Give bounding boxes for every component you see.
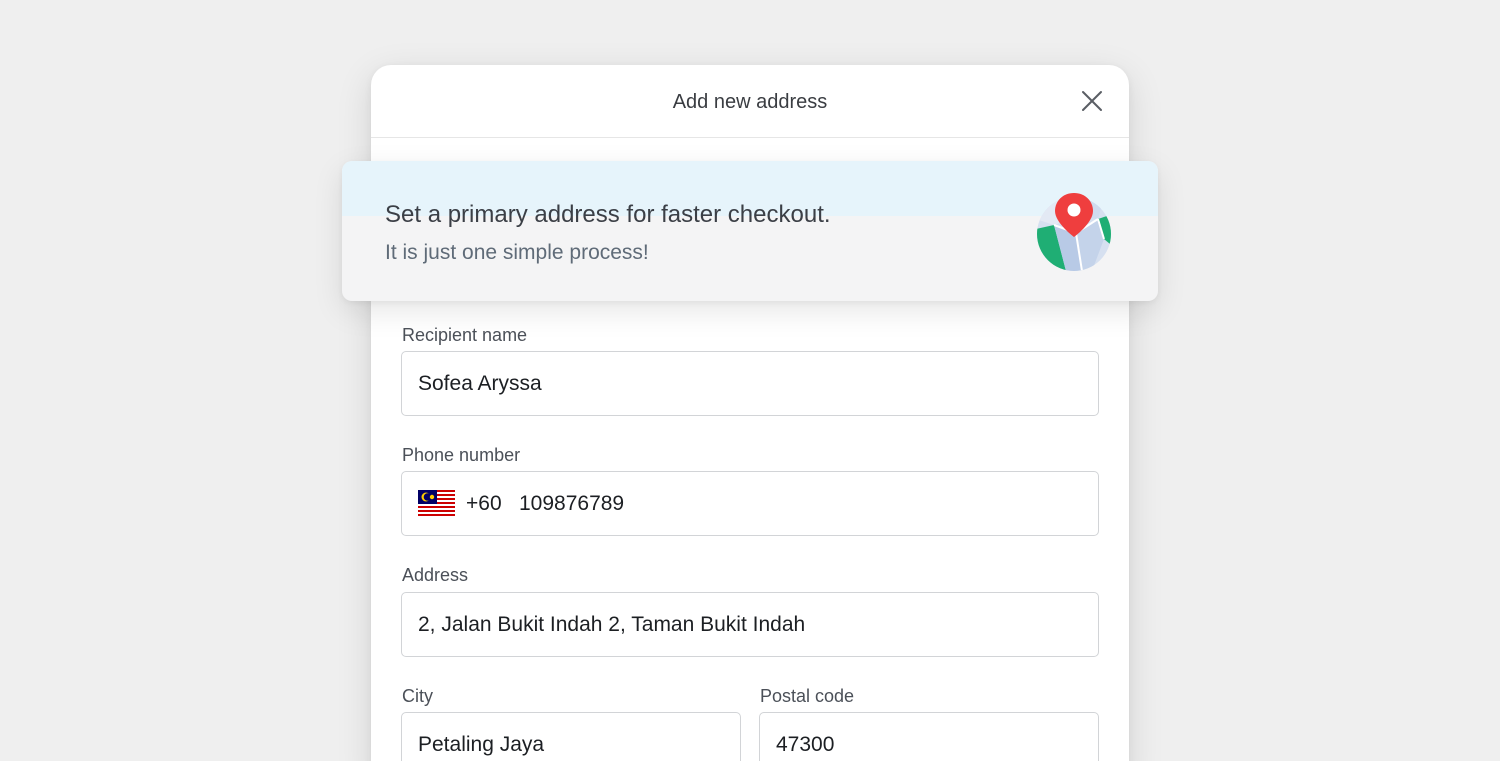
close-button[interactable] — [1076, 85, 1108, 117]
banner-title: Set a primary address for faster checkou… — [385, 201, 831, 228]
close-icon — [1082, 91, 1102, 111]
phone-number-field[interactable]: +60 109876789 — [401, 471, 1099, 536]
modal-title: Add new address — [672, 91, 828, 113]
phone-number-label: Phone number — [402, 445, 521, 465]
malaysia-flag-icon — [418, 490, 455, 517]
primary-address-banner: Set a primary address for faster checkou… — [342, 161, 1158, 301]
city-label: City — [402, 686, 433, 706]
address-label: Address — [402, 565, 469, 585]
postal-code-value: 47300 — [776, 733, 835, 756]
city-value: Petaling Jaya — [418, 733, 545, 756]
recipient-name-value: Sofea Aryssa — [418, 372, 542, 395]
modal-header: Add new address — [371, 65, 1129, 138]
map-pin-icon — [1037, 193, 1111, 271]
address-field[interactable]: 2, Jalan Bukit Indah 2, Taman Bukit Inda… — [401, 592, 1099, 657]
city-field[interactable]: Petaling Jaya — [401, 712, 741, 761]
page-background: Add new address Set a primary address fo… — [0, 0, 1500, 761]
banner-subtitle: It is just one simple process! — [385, 241, 649, 264]
recipient-name-field[interactable]: Sofea Aryssa — [401, 351, 1099, 416]
postal-code-label: Postal code — [760, 686, 855, 706]
recipient-name-label: Recipient name — [402, 325, 528, 345]
phone-number-value: 109876789 — [519, 492, 625, 515]
address-value: 2, Jalan Bukit Indah 2, Taman Bukit Inda… — [418, 613, 806, 636]
dial-code: +60 — [466, 492, 502, 515]
postal-code-field[interactable]: 47300 — [759, 712, 1099, 761]
